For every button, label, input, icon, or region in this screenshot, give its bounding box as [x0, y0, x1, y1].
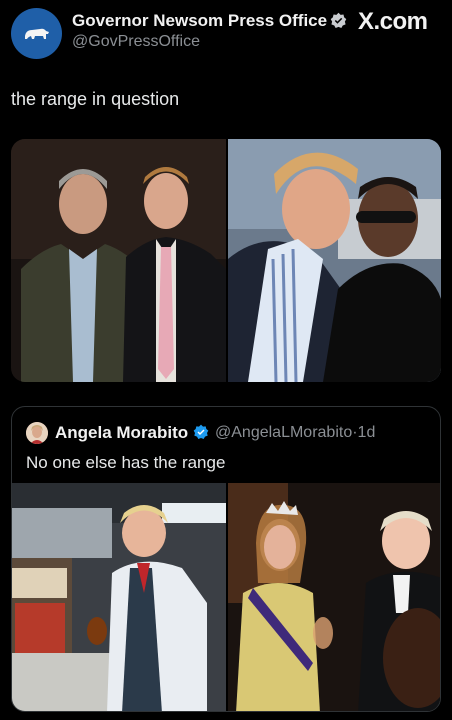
photo-icon: [228, 483, 440, 711]
photo-icon: [12, 483, 226, 711]
photo-icon: [11, 139, 226, 382]
photo-icon: [228, 139, 441, 382]
author-name[interactable]: Governor Newsom Press Office: [72, 11, 327, 31]
verified-badge-icon: [193, 424, 209, 439]
quoted-author-handle[interactable]: @AngelaLMorabito: [215, 424, 352, 441]
verified-badge-icon: [330, 12, 347, 28]
post-image-1[interactable]: [11, 139, 226, 382]
quoted-author-handle-time[interactable]: @AngelaLMorabito·1d: [215, 424, 375, 442]
quoted-image-1[interactable]: [12, 483, 226, 711]
quoted-author-avatar[interactable]: [26, 422, 48, 444]
bear-icon: [24, 28, 49, 39]
x-logo: X.com: [358, 8, 428, 35]
author-handle[interactable]: @GovPressOffice: [72, 33, 200, 51]
quoted-post[interactable]: Angela Morabito @AngelaLMorabito·1d No o…: [11, 406, 441, 712]
quoted-post-time[interactable]: 1d: [358, 424, 376, 441]
author-avatar[interactable]: [11, 8, 62, 59]
quoted-post-text: No one else has the range: [26, 453, 226, 472]
post-image-2[interactable]: [228, 139, 441, 382]
post-text: the range in question: [11, 89, 180, 109]
quoted-author-name[interactable]: Angela Morabito: [55, 423, 188, 443]
quoted-image-2[interactable]: [228, 483, 440, 711]
post-header: Governor Newsom Press Office @GovPressOf…: [0, 0, 452, 70]
